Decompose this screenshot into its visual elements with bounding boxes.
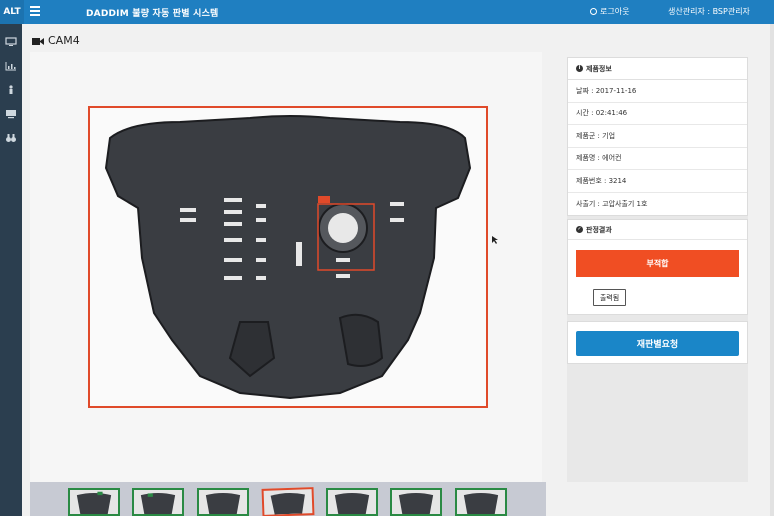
thumbnail[interactable] bbox=[326, 488, 378, 516]
binoculars-icon[interactable] bbox=[5, 128, 17, 142]
thumbnail-selected[interactable] bbox=[261, 487, 315, 516]
info-injection-machine: 사출기 : 고압사출기 1호 bbox=[576, 199, 648, 208]
video-camera-icon bbox=[32, 36, 44, 45]
thumbnail[interactable] bbox=[68, 488, 120, 516]
app-title: DADDIM 불량 자동 판별 시스템 bbox=[86, 9, 219, 19]
chart-icon[interactable] bbox=[5, 56, 17, 71]
product-info-title: 제품정보 bbox=[586, 64, 612, 73]
camera-label: CAM4 bbox=[48, 34, 80, 47]
monitor-icon[interactable] bbox=[5, 32, 17, 46]
judgement-heading: ✓ 판정결과 bbox=[568, 220, 747, 240]
info-icon: i bbox=[576, 65, 583, 72]
info-time: 시간 : 02:41:46 bbox=[568, 103, 747, 125]
menu-toggle-icon[interactable] bbox=[30, 6, 40, 16]
camera-header: CAM4 bbox=[32, 34, 80, 47]
info-product-number: 제품번호 : 3214 bbox=[568, 170, 747, 193]
brand-logo: ALT bbox=[0, 0, 24, 24]
info-date: 날짜 : 2017-11-16 bbox=[568, 80, 747, 103]
defect-result-badge: 부적합 bbox=[576, 250, 739, 277]
power-icon bbox=[590, 8, 597, 15]
top-bar: ALT DADDIM 불량 자동 판별 시스템 로그아웃 생산관리자 : BSP… bbox=[0, 0, 774, 24]
logout-button[interactable]: 로그아웃 bbox=[590, 6, 629, 17]
person-icon[interactable] bbox=[5, 80, 17, 94]
rejudge-request-button[interactable]: 재판별요청 bbox=[576, 331, 739, 356]
user-info: 생산관리자 : BSP관리자 bbox=[668, 7, 750, 16]
check-circle-icon: ✓ bbox=[576, 226, 583, 233]
print-button[interactable]: 출력됨 bbox=[593, 289, 626, 306]
sidebar bbox=[0, 24, 22, 516]
info-product-name: 제품명 : 에어컨 bbox=[568, 148, 747, 170]
judgement-panel: ✓ 판정결과 부적합 출력됨 bbox=[567, 219, 748, 315]
thumbnail[interactable] bbox=[455, 488, 507, 516]
desktop-icon[interactable] bbox=[5, 104, 17, 119]
info-product-group: 제품군 : 기업 bbox=[568, 125, 747, 148]
logout-label: 로그아웃 bbox=[600, 7, 630, 16]
product-info-heading: i 제품정보 bbox=[568, 58, 747, 80]
thumbnail[interactable] bbox=[197, 488, 249, 516]
mouse-cursor-icon bbox=[492, 229, 498, 244]
page-scrollbar[interactable] bbox=[770, 24, 774, 516]
judgement-title: 판정결과 bbox=[586, 225, 612, 234]
under-cover-part-image bbox=[104, 115, 472, 400]
rejudge-panel: 재판별요청 bbox=[567, 321, 748, 364]
thumbnail[interactable] bbox=[390, 488, 442, 516]
product-info-panel: i 제품정보 날짜 : 2017-11-16 시간 : 02:41:46 제품군… bbox=[567, 57, 748, 216]
thumbnail[interactable] bbox=[132, 488, 184, 516]
inspection-image[interactable] bbox=[88, 106, 488, 408]
